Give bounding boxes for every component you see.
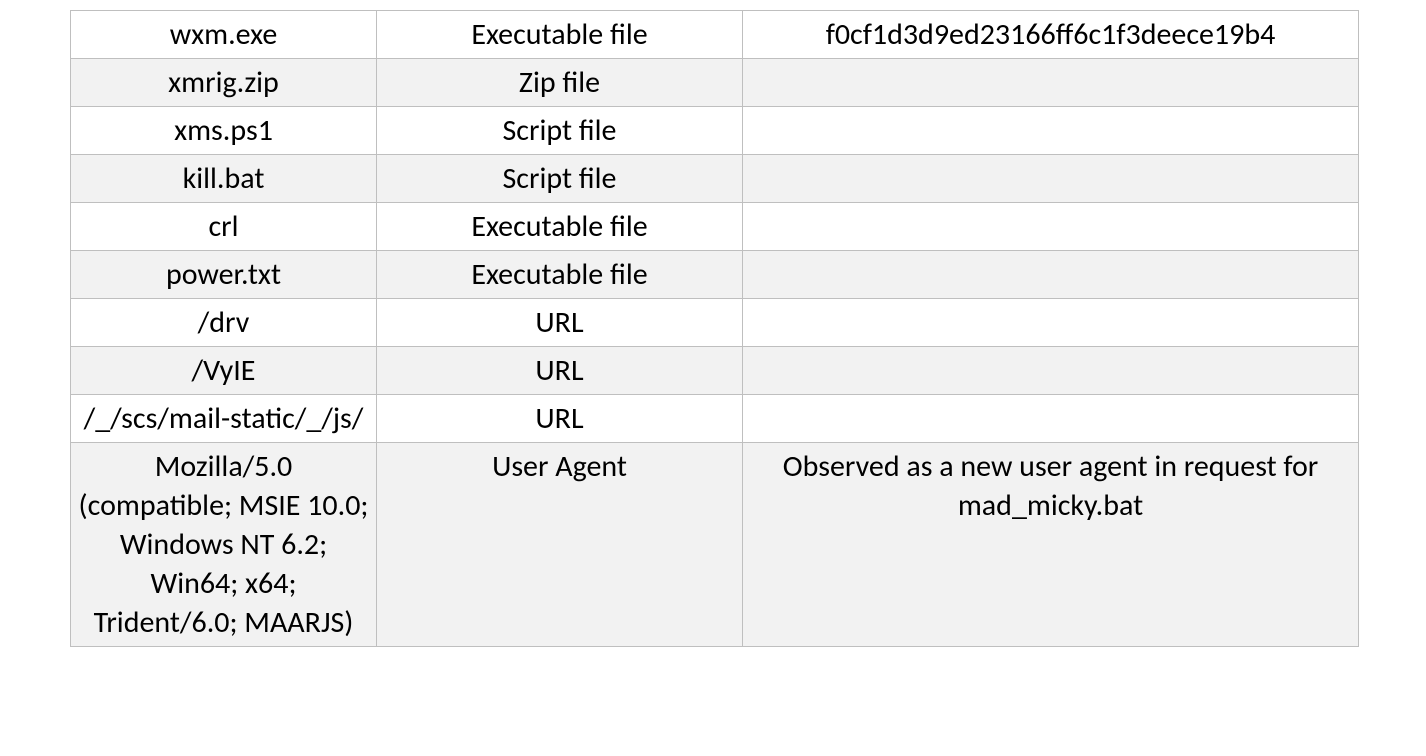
indicators-table: wxm.exeExecutable filef0cf1d3d9ed23166ff… — [70, 10, 1359, 647]
type-cell: Executable file — [377, 251, 743, 299]
indicator-cell: /VyIE — [71, 347, 377, 395]
table-row: xmrig.zipZip file — [71, 59, 1359, 107]
indicator-cell: xms.ps1 — [71, 107, 377, 155]
detail-cell: f0cf1d3d9ed23166ff6c1f3deece19b4 — [743, 11, 1359, 59]
indicator-cell: Mozilla/5.0 (compatible; MSIE 10.0; Wind… — [71, 443, 377, 647]
indicator-cell: power.txt — [71, 251, 377, 299]
indicator-cell: /drv — [71, 299, 377, 347]
type-cell: Zip file — [377, 59, 743, 107]
type-cell: Executable file — [377, 203, 743, 251]
type-cell: Executable file — [377, 11, 743, 59]
table-row: power.txtExecutable file — [71, 251, 1359, 299]
table-row: /VyIEURL — [71, 347, 1359, 395]
table-row: wxm.exeExecutable filef0cf1d3d9ed23166ff… — [71, 11, 1359, 59]
table-row: /drvURL — [71, 299, 1359, 347]
type-cell: Script file — [377, 107, 743, 155]
type-cell: URL — [377, 395, 743, 443]
table-row: kill.batScript file — [71, 155, 1359, 203]
detail-cell — [743, 395, 1359, 443]
indicator-cell: crl — [71, 203, 377, 251]
indicator-cell: xmrig.zip — [71, 59, 377, 107]
detail-cell: Observed as a new user agent in request … — [743, 443, 1359, 647]
detail-cell — [743, 155, 1359, 203]
indicator-cell: wxm.exe — [71, 11, 377, 59]
table-row: Mozilla/5.0 (compatible; MSIE 10.0; Wind… — [71, 443, 1359, 647]
type-cell: URL — [377, 299, 743, 347]
detail-cell — [743, 251, 1359, 299]
detail-cell — [743, 203, 1359, 251]
table-row: xms.ps1Script file — [71, 107, 1359, 155]
detail-cell — [743, 59, 1359, 107]
type-cell: Script file — [377, 155, 743, 203]
type-cell: User Agent — [377, 443, 743, 647]
type-cell: URL — [377, 347, 743, 395]
table-row: /_/scs/mail-static/_/js/URL — [71, 395, 1359, 443]
detail-cell — [743, 299, 1359, 347]
indicator-cell: kill.bat — [71, 155, 377, 203]
table-row: crlExecutable file — [71, 203, 1359, 251]
detail-cell — [743, 107, 1359, 155]
detail-cell — [743, 347, 1359, 395]
indicator-cell: /_/scs/mail-static/_/js/ — [71, 395, 377, 443]
